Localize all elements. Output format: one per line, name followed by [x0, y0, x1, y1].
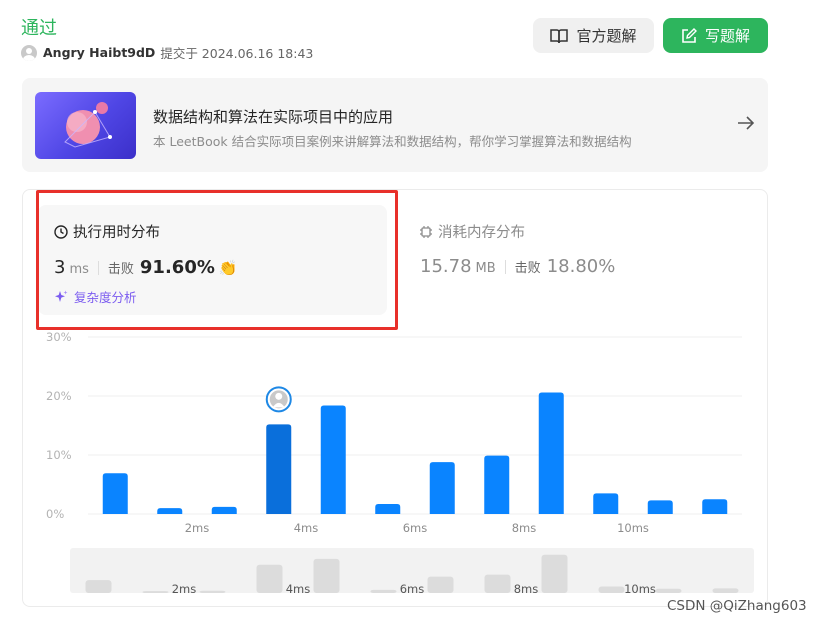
- chart-bar[interactable]: [102, 473, 128, 514]
- chart-bar[interactable]: [538, 392, 564, 514]
- range-selector-bar: [655, 588, 682, 593]
- range-selector-bar: [484, 574, 511, 593]
- x-tick-label: 2ms: [185, 521, 210, 535]
- chart-bar[interactable]: [157, 508, 183, 514]
- range-selector-bar: [598, 586, 625, 593]
- y-tick-label: 0%: [46, 507, 64, 521]
- range-selector-tick-label: 4ms: [286, 582, 311, 596]
- chart-bar[interactable]: [266, 424, 292, 514]
- chart-bar[interactable]: [375, 503, 401, 514]
- chart-bar[interactable]: [484, 455, 510, 514]
- watermark: CSDN @QiZhang603: [667, 598, 807, 614]
- range-selector-bar: [313, 558, 340, 593]
- x-tick-label: 4ms: [294, 521, 319, 535]
- runtime-distribution-chart: 0% 10% 20% 30% 2ms 4ms 6ms 8ms 10ms 2ms 4ms 6ms 8ms 1…: [46, 330, 754, 596]
- chart-bar[interactable]: [320, 405, 346, 514]
- range-selector-bar: [199, 590, 226, 593]
- chart-bar[interactable]: [211, 506, 237, 514]
- range-selector-tick-label: 6ms: [400, 582, 425, 596]
- range-selector-bar: [712, 588, 739, 593]
- chart-bar[interactable]: [647, 500, 673, 514]
- range-selector-bar: [85, 580, 112, 593]
- range-selector-bar: [370, 589, 397, 593]
- chart-bar[interactable]: [702, 499, 728, 514]
- avatar-head: [275, 392, 283, 400]
- range-selector-tick-label: 10ms: [624, 582, 656, 596]
- y-tick-label: 30%: [46, 330, 72, 344]
- range-selector-tick-label: 8ms: [514, 582, 539, 596]
- y-tick-label: 10%: [46, 448, 72, 462]
- range-selector-bar: [256, 564, 283, 593]
- chart-bar[interactable]: [429, 462, 455, 514]
- x-tick-label: 6ms: [403, 521, 428, 535]
- x-tick-label: 10ms: [617, 521, 649, 535]
- range-selector-tick-label: 2ms: [172, 582, 197, 596]
- y-tick-label: 20%: [46, 389, 72, 403]
- range-selector-bar: [541, 554, 568, 593]
- chart-bar[interactable]: [593, 493, 619, 514]
- range-selector-bar: [427, 576, 454, 593]
- x-tick-label: 8ms: [512, 521, 537, 535]
- range-selector-bar: [142, 591, 169, 593]
